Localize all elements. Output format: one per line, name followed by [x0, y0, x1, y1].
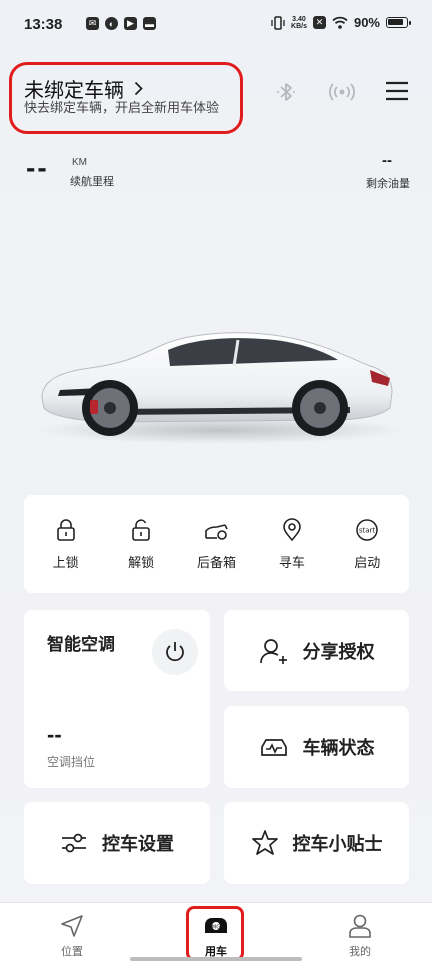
notification-app-icon: ✉ [86, 17, 99, 30]
share-authorization-label: 分享授权 [302, 641, 375, 662]
vehicle-settings-button[interactable]: 控车设置 [24, 802, 210, 884]
vehicle-status-button[interactable]: 车辆状态 [224, 706, 409, 788]
network-speed: 3.40 KB/s [291, 16, 307, 30]
ac-level-value: -- [47, 722, 62, 747]
play-icon: ▶ [124, 17, 137, 30]
start-icon: start [356, 518, 378, 541]
battery-icon [386, 17, 411, 28]
vehicle-status-icon [260, 739, 287, 756]
quick-controls-card: 上锁 解锁 后备箱 寻车 start 启动 [24, 495, 409, 593]
vehicle-status-label: 车辆状态 [302, 738, 375, 758]
battery-percent: 90% [353, 15, 380, 30]
star-tips-icon [251, 830, 278, 855]
fuel-value: -- [382, 152, 392, 169]
bluetooth-icon[interactable] [275, 80, 297, 104]
settings-sliders-icon [62, 833, 86, 853]
tab-location-label: 位置 [61, 946, 83, 958]
ac-level-label: 空调挡位 [47, 755, 96, 769]
unlock-label: 解锁 [128, 554, 155, 570]
tab-profile[interactable]: 我的 [320, 913, 400, 959]
smart-ac-card[interactable]: 智能空调 -- 空调挡位 [24, 610, 210, 788]
range-unit: KM [72, 157, 87, 168]
trunk-label: 后备箱 [196, 554, 236, 570]
chat-icon: ▬ [143, 17, 156, 30]
status-right: 3.40 KB/s ✕ 90% [271, 15, 411, 30]
location-pin-icon [283, 517, 301, 541]
menu-icon[interactable] [385, 80, 409, 102]
tab-location[interactable]: 位置 [32, 913, 112, 959]
lock-button[interactable]: 上锁 [31, 518, 101, 571]
network-speed-unit: KB/s [291, 22, 307, 30]
share-authorization-button[interactable]: 分享授权 [224, 610, 409, 691]
status-time: 13:38 [24, 16, 63, 33]
trunk-button[interactable]: 后备箱 [181, 518, 251, 571]
start-button[interactable]: start 启动 [332, 518, 402, 571]
signal-icon[interactable] [329, 80, 355, 104]
vehicle-tips-button[interactable]: 控车小贴士 [224, 802, 409, 884]
user-add-icon [259, 638, 287, 664]
find-car-button[interactable]: 寻车 [257, 517, 327, 571]
network-speed-value: 3.40 [292, 15, 306, 23]
range-value: -- [26, 152, 49, 183]
range-label: 续航里程 [70, 176, 114, 188]
status-bar: 13:38 ✉ ◐ ▶ ▬ 3.40 KB/s ✕ 90% [0, 0, 432, 50]
start-label: 启动 [354, 554, 381, 570]
notification-icons: ✉ ◐ ▶ ▬ [86, 17, 156, 30]
notification-app-icon: ◐ [105, 17, 118, 30]
sim-icon: ✕ [312, 16, 326, 29]
user-profile-icon [349, 914, 371, 938]
wifi-icon [332, 16, 348, 29]
vehicle-settings-label: 控车设置 [102, 834, 174, 854]
start-icon-text: start [359, 526, 376, 534]
fuel-label: 剩余油量 [366, 178, 410, 190]
navigation-arrow-icon [61, 915, 83, 937]
vehicle-subtitle: 快去绑定车辆，开启全新用车体验 [24, 100, 220, 115]
vibrate-icon [271, 15, 285, 30]
power-icon [166, 642, 184, 662]
vehicle-tips-label: 控车小贴士 [292, 834, 383, 854]
unlock-icon [132, 518, 150, 541]
lock-label: 上锁 [52, 554, 79, 570]
lock-icon [56, 518, 75, 541]
ac-title: 智能空调 [47, 635, 115, 654]
tab-profile-label: 我的 [349, 946, 371, 958]
chevron-right-icon [134, 81, 143, 96]
unlock-button[interactable]: 解锁 [106, 518, 176, 571]
home-indicator[interactable] [130, 957, 302, 961]
car-image [35, 332, 405, 444]
find-car-label: 寻车 [278, 554, 305, 570]
ac-power-button[interactable] [152, 629, 198, 675]
highlight-box [186, 906, 244, 961]
trunk-icon [205, 523, 229, 540]
